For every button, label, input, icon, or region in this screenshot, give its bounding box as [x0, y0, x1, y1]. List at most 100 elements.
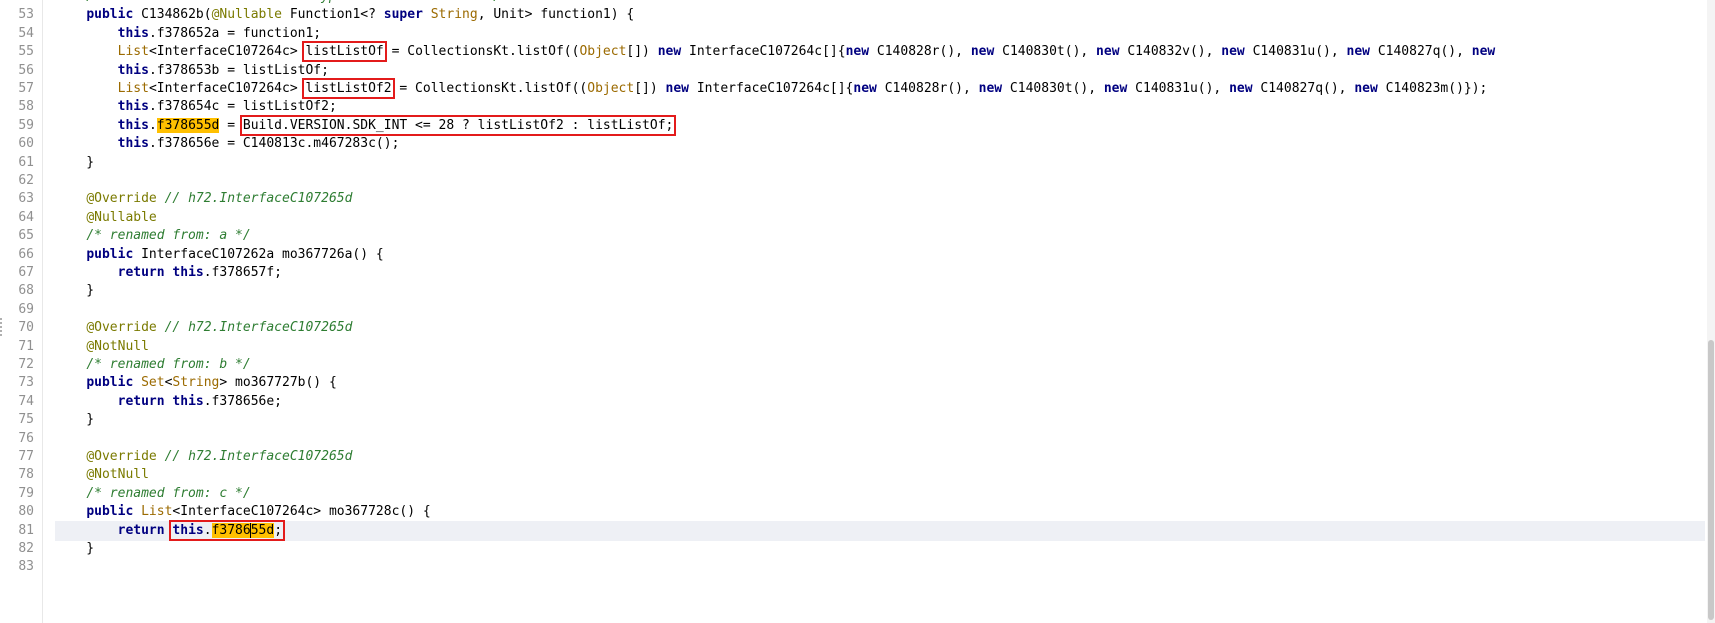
- code-token: .: [203, 522, 212, 538]
- keyword-token: this: [117, 117, 149, 133]
- type-token: String: [430, 7, 478, 23]
- code-line[interactable]: [55, 429, 1705, 449]
- line-number: 81: [18, 522, 34, 538]
- line-number: 71: [18, 338, 34, 354]
- line-number: 65: [18, 228, 34, 244]
- comment-token: /* renamed from: c */: [86, 485, 251, 501]
- code-token: Function1<?: [282, 7, 384, 23]
- vertical-scrollbar[interactable]: [1707, 0, 1715, 623]
- line-number: 58: [18, 99, 34, 115]
- code-token: , Unit> function1) {: [477, 7, 635, 23]
- code-token: C140827q(),: [1370, 44, 1472, 60]
- line-number: 54: [18, 25, 34, 41]
- type-token: Object: [579, 44, 627, 60]
- code-line[interactable]: this.f378653b = listListOf;: [55, 61, 1705, 81]
- code-token: <InterfaceC107264c>: [148, 81, 306, 96]
- scrollbar-thumb[interactable]: [1708, 340, 1714, 620]
- code-line[interactable]: [55, 171, 1705, 191]
- code-line[interactable]: this.f378654c = listListOf2;: [55, 97, 1705, 117]
- comment-token: // h72.InterfaceC107265d: [164, 320, 353, 336]
- line-number: 77: [18, 449, 34, 464]
- code-line[interactable]: return this.f378657f;: [55, 263, 1705, 283]
- code-line[interactable]: /* renamed from: a */: [55, 226, 1705, 246]
- code-token: <InterfaceC107264c>: [148, 44, 306, 60]
- keyword-token: this: [172, 265, 204, 280]
- code-token: C140831u(),: [1244, 44, 1347, 60]
- annotation-token: @NotNull: [86, 338, 149, 354]
- fold-marker[interactable]: [0, 318, 6, 336]
- keyword-token: new: [853, 81, 877, 96]
- code-line[interactable]: public List<InterfaceC107264c> mo367728c…: [55, 502, 1705, 522]
- line-number: 56: [18, 62, 34, 78]
- code-line[interactable]: @NotNull: [55, 465, 1705, 485]
- code-token: []): [634, 81, 666, 96]
- keyword-token: this: [117, 136, 149, 152]
- code-line[interactable]: @Override // h72.InterfaceC107265d: [55, 318, 1705, 338]
- code-token: .: [148, 117, 157, 133]
- keyword-token: this: [117, 62, 149, 78]
- code-line[interactable]: }: [55, 410, 1705, 430]
- comment-token: // h72.InterfaceC107265d: [164, 449, 353, 464]
- code-line[interactable]: @NotNull: [55, 337, 1705, 357]
- code-token: InterfaceC107264c[]{: [689, 81, 854, 96]
- code-line[interactable]: public C134862b(@Nullable Function1<? su…: [55, 5, 1705, 25]
- type-token: List: [117, 81, 149, 96]
- line-number: 68: [18, 283, 34, 299]
- code-line[interactable]: List<InterfaceC107264c> listListOf2 = Co…: [55, 78, 1705, 99]
- line-number: 60: [18, 136, 34, 152]
- keyword-token: return: [117, 522, 165, 538]
- line-number: 73: [18, 375, 34, 391]
- code-line[interactable]: /* renamed from: b */: [55, 355, 1705, 375]
- code-editor[interactable]: 5253545556575859606162636465666768697071…: [0, 0, 1715, 623]
- keyword-token: new: [1229, 81, 1253, 96]
- code-token: }: [55, 412, 95, 428]
- code-line[interactable]: public InterfaceC107262a mo367726a() {: [55, 245, 1705, 265]
- line-number: 69: [18, 301, 34, 317]
- keyword-token: this: [117, 99, 149, 115]
- code-line[interactable]: public Set<String> mo367727b() {: [55, 373, 1705, 393]
- code-line[interactable]: @Override // h72.InterfaceC107265d: [55, 447, 1705, 467]
- code-line[interactable]: @Override // h72.InterfaceC107265d: [55, 189, 1705, 209]
- code-line[interactable]: this.f378655d = Build.VERSION.SDK_INT <=…: [55, 114, 1705, 136]
- keyword-token: this: [117, 25, 149, 41]
- code-token: InterfaceC107262a mo367726a() {: [133, 246, 384, 262]
- code-line[interactable]: return this.f378656e;: [55, 392, 1705, 412]
- code-line[interactable]: this.f378656e = C140813c.m467283c();: [55, 134, 1705, 154]
- annotation-token: @NotNull: [86, 467, 149, 483]
- code-line[interactable]: [55, 557, 1705, 577]
- code-token: C134862b(: [133, 7, 212, 23]
- code-token: .f378654c = listListOf2;: [148, 99, 337, 115]
- comment-token: /* renamed from: a */: [86, 228, 251, 244]
- code-line[interactable]: List<InterfaceC107264c> listListOf = Col…: [55, 41, 1705, 63]
- code-token: C140830t(),: [1002, 81, 1104, 96]
- code-line[interactable]: [55, 300, 1705, 320]
- type-token: List: [117, 44, 149, 60]
- keyword-token: new: [845, 44, 870, 60]
- type-token: List: [141, 504, 173, 520]
- code-line-current[interactable]: return this.f378655d;: [55, 519, 1705, 541]
- keyword-token: super: [383, 7, 423, 23]
- line-number: 63: [18, 191, 34, 207]
- code-line[interactable]: /* renamed from: c */: [55, 484, 1705, 504]
- code-line[interactable]: @Nullable: [55, 208, 1705, 228]
- code-line[interactable]: this.f378652a = function1;: [55, 24, 1705, 44]
- highlighted-token: f3786: [211, 522, 251, 538]
- line-number: 67: [18, 265, 34, 280]
- line-number: 57: [18, 81, 34, 96]
- code-token: C140832v(),: [1119, 44, 1222, 60]
- code-line[interactable]: }: [55, 281, 1705, 301]
- code-line[interactable]: }: [55, 153, 1705, 173]
- code-line[interactable]: }: [55, 539, 1705, 559]
